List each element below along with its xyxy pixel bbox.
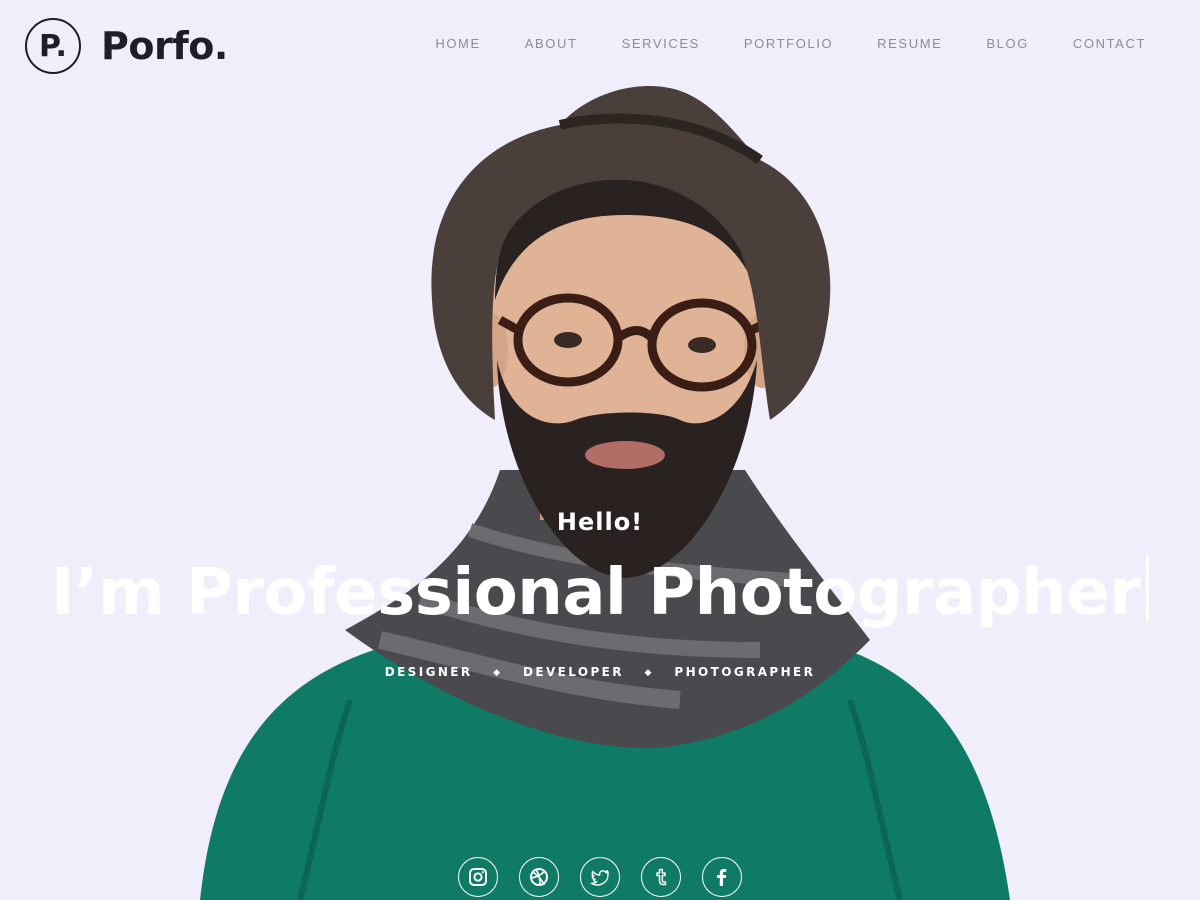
dribbble-button[interactable]	[519, 857, 559, 897]
role-photographer: PHOTOGRAPHER	[674, 665, 816, 679]
hero-roles: DESIGNER ◆ DEVELOPER ◆ PHOTOGRAPHER	[0, 665, 1200, 679]
instagram-icon	[469, 868, 487, 886]
tumblr-button[interactable]	[641, 857, 681, 897]
nav-home[interactable]: HOME	[413, 36, 502, 51]
role-separator: ◆	[493, 668, 503, 678]
nav-portfolio[interactable]: PORTFOLIO	[722, 36, 855, 51]
dribbble-icon	[530, 868, 548, 886]
hero-headline-text: I’m Professional Photographer	[50, 556, 1141, 630]
tumblr-icon	[656, 868, 667, 886]
hero-section: Hello! I’m Professional Photographer DES…	[0, 0, 1200, 900]
facebook-button[interactable]	[702, 857, 742, 897]
social-links	[0, 857, 1200, 897]
instagram-button[interactable]	[458, 857, 498, 897]
site-header: P. Porfo. HOME ABOUT SERVICES PORTFOLIO …	[0, 0, 1200, 96]
nav-services[interactable]: SERVICES	[600, 36, 722, 51]
hero-headline: I’m Professional Photographer	[0, 556, 1200, 630]
role-separator: ◆	[644, 668, 654, 678]
facebook-icon	[717, 868, 727, 886]
twitter-button[interactable]	[580, 857, 620, 897]
role-designer: DESIGNER	[384, 665, 473, 679]
nav-resume[interactable]: RESUME	[855, 36, 964, 51]
hero-greeting: Hello!	[556, 508, 644, 536]
role-developer: DEVELOPER	[523, 665, 624, 679]
nav-contact[interactable]: CONTACT	[1051, 36, 1168, 51]
twitter-icon	[590, 870, 609, 886]
main-nav: HOME ABOUT SERVICES PORTFOLIO RESUME BLO…	[413, 36, 1168, 51]
logo-text: Porfo.	[101, 24, 228, 68]
typing-cursor	[1146, 556, 1150, 622]
logo[interactable]: P. Porfo.	[25, 18, 228, 74]
nav-about[interactable]: ABOUT	[503, 36, 600, 51]
nav-blog[interactable]: BLOG	[964, 36, 1051, 51]
logo-mark: P.	[25, 18, 81, 74]
